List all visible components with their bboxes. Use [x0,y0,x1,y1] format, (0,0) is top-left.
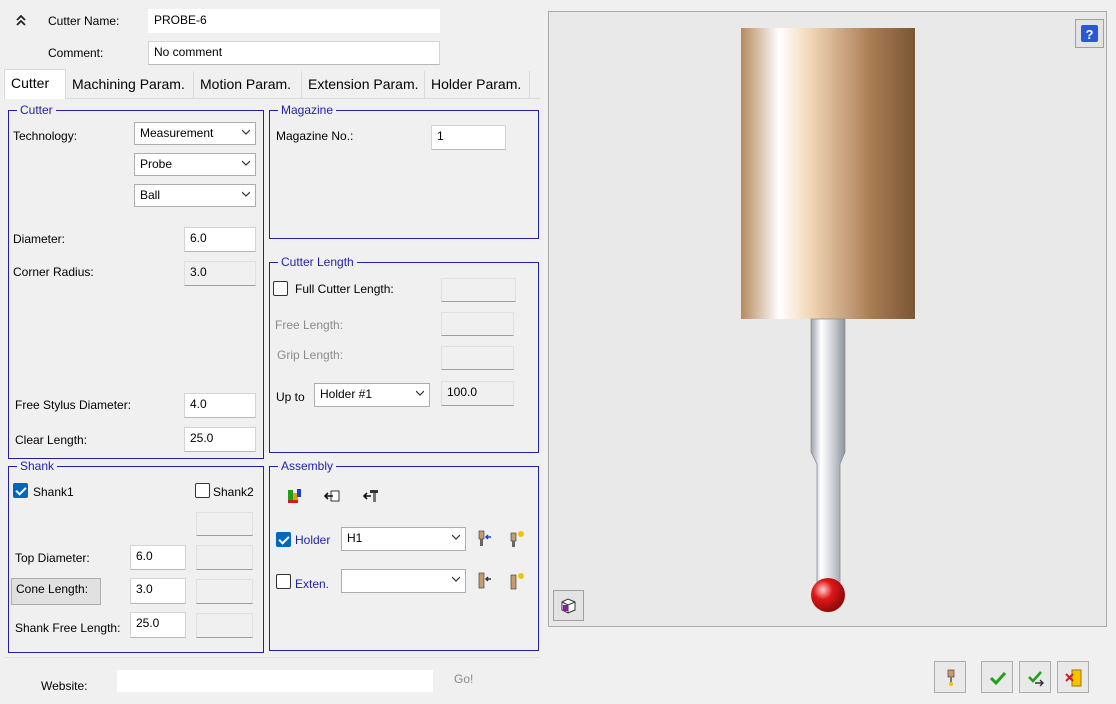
exten-label: Exten. [295,577,330,591]
cutter-name-input[interactable]: PROBE-6 [148,9,440,33]
shank-free-length-shank2-input[interactable] [196,613,253,638]
technology-select-value: Measurement [140,126,214,140]
up-to-select[interactable]: Holder #1 [314,383,430,407]
ok-button[interactable] [981,661,1013,693]
cone-length-shank2-input[interactable] [196,579,253,604]
cutter-preview-graphic [741,28,915,612]
exten-load-icon[interactable] [476,572,492,590]
full-cutter-length-checkbox[interactable] [273,281,288,296]
holder-checkbox[interactable] [276,532,291,547]
chevron-down-icon [452,534,460,540]
free-length-label: Free Length: [275,318,344,332]
assembly-group: Assembly [269,459,539,651]
collapse-icon[interactable] [14,12,28,28]
exit-button[interactable] [1057,661,1089,693]
cutter-type-value: Probe [140,157,173,171]
magazine-number-label: Magazine No.: [276,129,354,143]
cutter-name-label: Cutter Name: [48,14,120,28]
comment-input[interactable]: No comment [148,41,440,65]
top-diameter-shank2-input[interactable] [196,545,253,570]
corner-radius-input[interactable]: 3.0 [184,261,256,286]
free-stylus-diameter-label: Free Stylus Diameter: [15,398,132,412]
shank1-checkbox[interactable] [13,483,28,498]
chevron-down-icon [242,129,250,135]
shank-free-length-input[interactable]: 25.0 [130,612,186,638]
shank2-checkbox[interactable] [195,483,210,498]
grip-length-label: Grip Length: [277,348,344,362]
clear-length-input[interactable]: 25.0 [184,427,256,452]
cutter-group-title: Cutter [17,103,56,117]
shank-free-length-label: Shank Free Length: [15,621,121,635]
exten-checkbox[interactable] [276,574,291,589]
tab-extension-param[interactable]: Extension Param. [302,71,425,98]
technology-select[interactable]: Measurement [134,122,256,145]
checkmark-icon [989,671,1007,686]
up-to-length-value: 100.0 [441,381,514,406]
top-diameter-label: Top Diameter: [15,551,90,565]
assembly-group-title: Assembly [278,459,337,473]
cone-length-input[interactable]: 3.0 [130,578,186,604]
magazine-number-input[interactable]: 1 [431,125,506,150]
probe-shank [810,318,846,593]
diameter-label: Diameter: [13,232,66,246]
full-cutter-length-input[interactable] [441,278,516,302]
cutter-preview-viewport[interactable] [548,11,1107,627]
clear-length-label: Clear Length: [15,433,88,447]
probe-tool-button[interactable] [934,661,966,693]
holder-select-value: H1 [347,531,363,545]
svg-text:?: ? [1086,27,1094,42]
tab-holder-param[interactable]: Holder Param. [425,71,530,98]
cutter-length-group-title: Cutter Length [278,255,357,269]
up-to-label: Up to [276,390,305,404]
comment-label: Comment: [48,46,104,60]
assembly-colors-icon[interactable] [286,487,304,505]
website-label: Website: [41,679,88,693]
chevron-down-icon [242,191,250,197]
assembly-export-icon[interactable] [362,488,380,504]
holder-new-icon[interactable] [508,530,526,548]
tab-motion-param[interactable]: Motion Param. [194,71,302,98]
technology-label: Technology: [13,129,78,143]
diameter-input[interactable]: 6.0 [184,227,256,252]
cutter-type-select[interactable]: Probe [134,153,256,176]
magazine-group-title: Magazine [278,103,337,117]
view-cube-icon[interactable] [553,590,584,621]
full-cutter-length-label: Full Cutter Length: [295,282,394,296]
holder-select[interactable]: H1 [341,527,466,551]
apply-button[interactable] [1019,661,1051,693]
up-to-value: Holder #1 [320,387,373,401]
shank1-label: Shank1 [33,485,74,499]
free-stylus-diameter-input[interactable]: 4.0 [184,393,256,418]
exten-new-icon[interactable] [508,572,526,590]
holder-load-icon[interactable] [476,530,492,548]
probe-tool-icon [947,669,955,686]
chevron-down-icon [242,160,250,166]
tab-machining-param[interactable]: Machining Param. [66,71,194,98]
corner-radius-label: Corner Radius: [13,265,94,279]
exit-icon [1065,669,1082,687]
shank-group-title: Shank [17,459,58,473]
chevron-down-icon [452,576,460,582]
cutter-shape-select[interactable]: Ball [134,184,256,207]
holder-label: Holder [295,533,331,547]
exten-select[interactable] [341,569,466,593]
go-button[interactable]: Go! [454,672,473,686]
free-length-input[interactable] [441,312,514,336]
shank2-extra-input[interactable] [196,512,253,536]
tab-strip-line [4,98,540,99]
cone-length-button[interactable]: Cone Length: [11,578,101,605]
help-icon[interactable]: ? [1075,19,1104,48]
apply-check-arrow-icon [1028,671,1044,687]
shank2-label: Shank2 [213,485,254,499]
holder-body [741,28,915,319]
cutter-shape-value: Ball [140,188,161,202]
chevron-down-icon [416,390,424,396]
top-diameter-input[interactable]: 6.0 [130,545,186,570]
left-panel-divider [4,657,540,658]
probe-ball [811,578,845,612]
assembly-import-icon[interactable] [323,488,341,504]
tab-cutter[interactable]: Cutter [4,69,66,99]
website-input[interactable] [117,670,433,692]
grip-length-input[interactable] [441,346,514,370]
